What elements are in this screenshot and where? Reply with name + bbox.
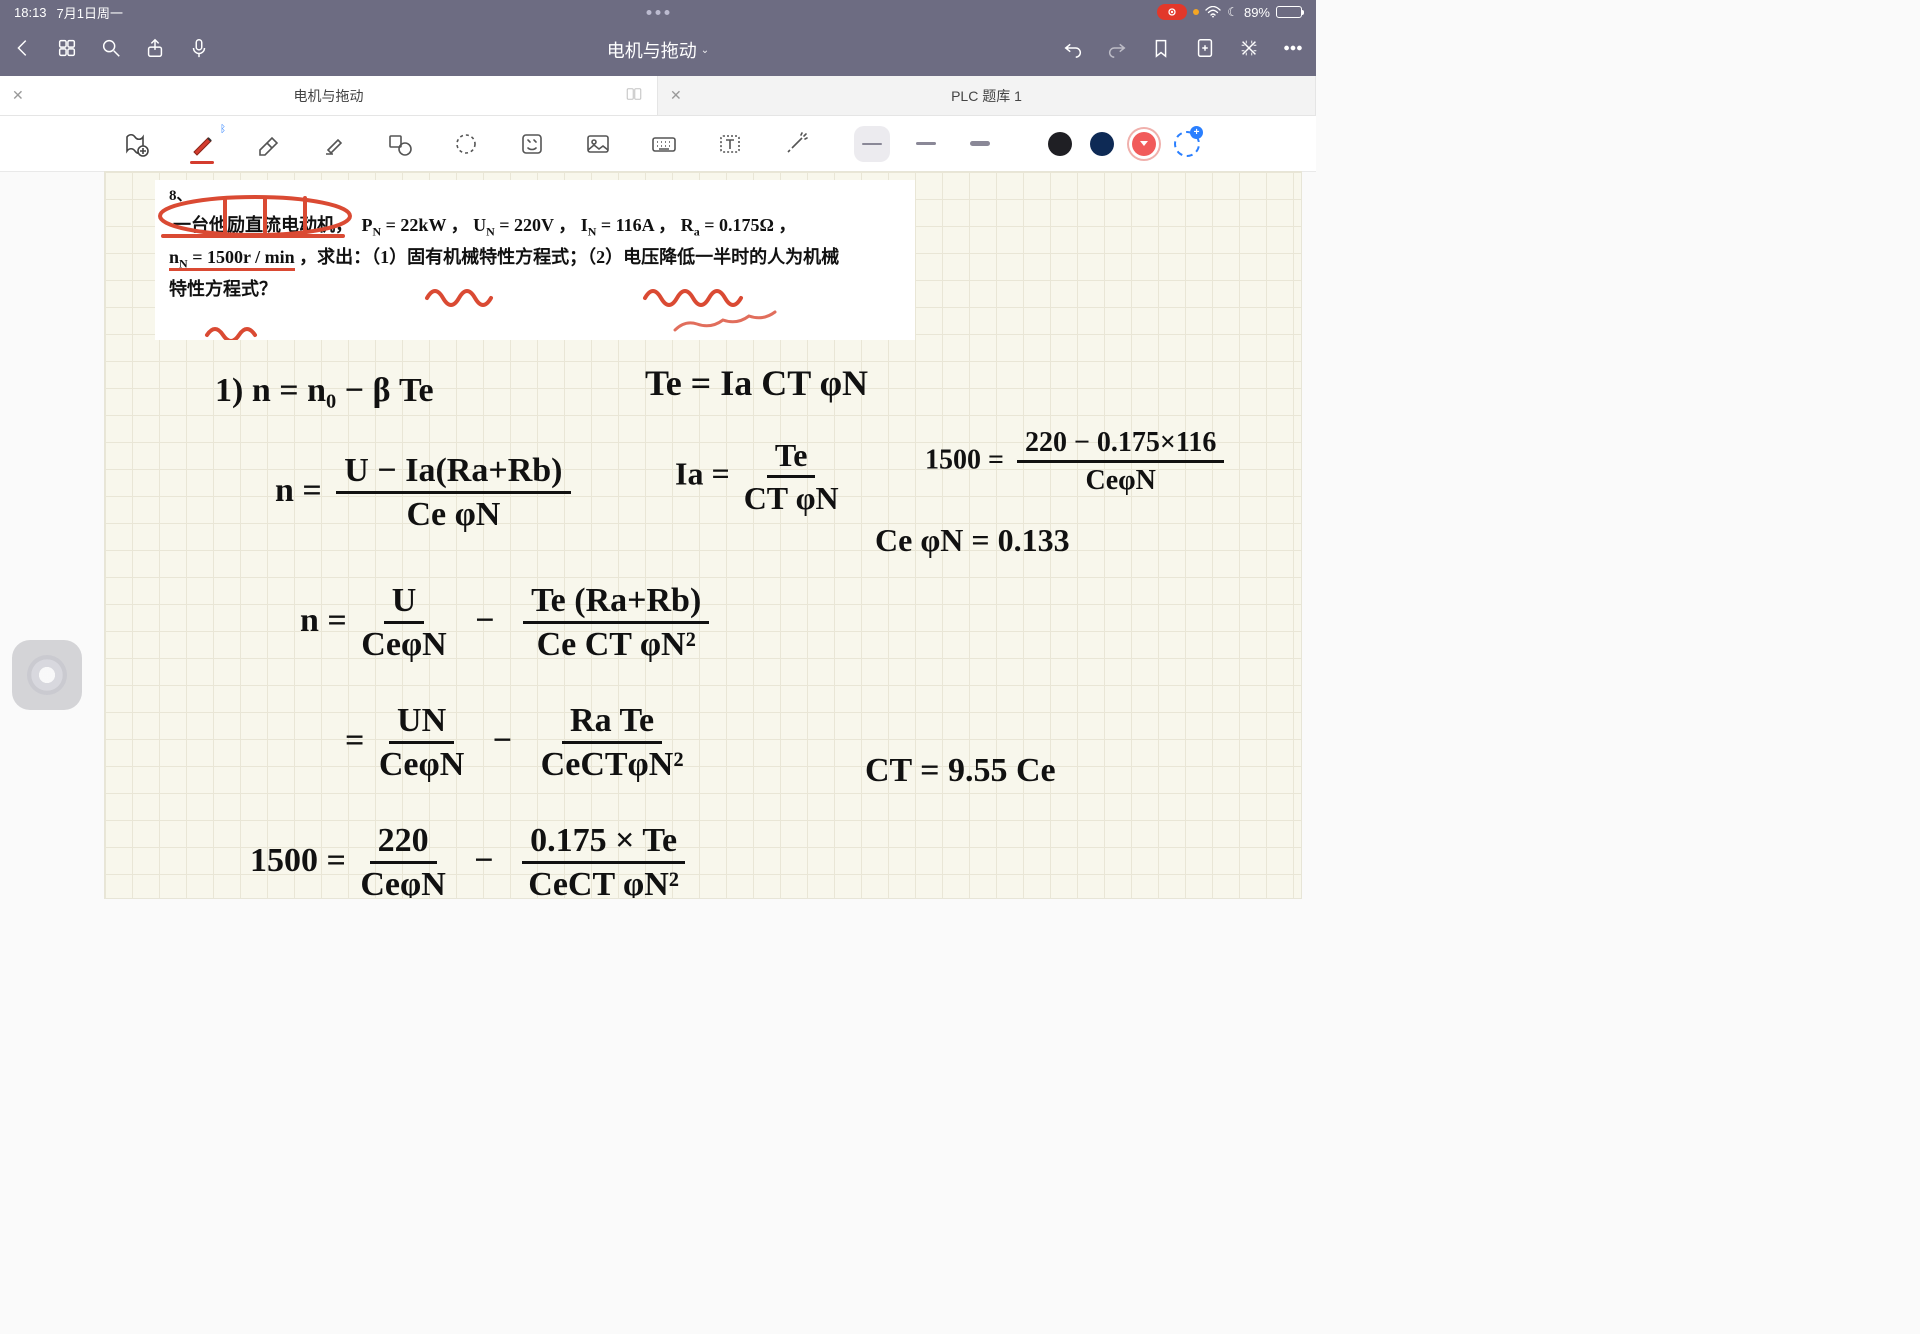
- stroke-width-thick[interactable]: [962, 126, 998, 162]
- highlighter-tool[interactable]: [316, 126, 352, 162]
- problem-line3: 特性方程式？: [169, 279, 277, 299]
- hand-line-4: = UNCeφN − Ra TeCeCTφN²: [345, 702, 690, 784]
- undo-button[interactable]: [1062, 37, 1084, 64]
- color-black[interactable]: [1048, 132, 1072, 156]
- stroke-width-medium[interactable]: [908, 126, 944, 162]
- multitask-dots[interactable]: [647, 10, 670, 15]
- hand-line-1b: Te = Ia CT φN: [645, 362, 868, 404]
- problem-nn: nN = 1500r / min: [169, 247, 295, 271]
- hand-line-3: n = UCeφN − Te (Ra+Rb)Ce CT φN²: [300, 582, 715, 664]
- add-color-button[interactable]: [1174, 131, 1200, 157]
- tab-document-2[interactable]: ✕ PLC 题库 1: [658, 76, 1316, 115]
- document-tabs: ✕ 电机与拖动 ✕ PLC 题库 1: [0, 76, 1316, 116]
- text-tool[interactable]: [712, 126, 748, 162]
- hand-line-5: 1500 = 220CeφN − 0.175 × TeCeCT φN²: [250, 822, 691, 898]
- bluetooth-icon: ᛒ: [220, 124, 226, 135]
- tab-document-1[interactable]: ✕ 电机与拖动: [0, 76, 658, 115]
- do-not-disturb-icon: ☾: [1227, 5, 1238, 19]
- hand-line-2b: Ia = TeCT φN: [675, 437, 845, 517]
- problem-line2b: ，求出：（1）固有机械特性方程式；（2）电压降低一半时的人为机械: [299, 247, 839, 267]
- problem-params: PN = 22kW ， UN = 220V ， IN = 116A ， Ra =…: [362, 215, 797, 235]
- hand-line-2: n = U − Ia(Ra+Rb)Ce φN: [275, 452, 577, 534]
- note-page[interactable]: 8、 一台他励直流电动机， PN = 22kW ， UN = 220V ， IN…: [105, 172, 1301, 898]
- redo-button[interactable]: [1106, 37, 1128, 64]
- lasso-tool[interactable]: [448, 126, 484, 162]
- insert-object-button[interactable]: [118, 126, 154, 162]
- close-tab-icon[interactable]: ✕: [12, 87, 24, 104]
- problem-lead: 一台他励直流电动机，: [169, 210, 357, 241]
- bookmark-button[interactable]: [1150, 37, 1172, 64]
- hand-line-4c: CT = 9.55 Ce: [865, 752, 1056, 790]
- chevron-down-icon: ⌄: [701, 45, 709, 56]
- canvas-area: 8、 一台他励直流电动机， PN = 22kW ， UN = 220V ， IN…: [0, 172, 1316, 898]
- shape-tool[interactable]: [382, 126, 418, 162]
- sticker-tool[interactable]: [514, 126, 550, 162]
- keyboard-tool[interactable]: [646, 126, 682, 162]
- search-button[interactable]: [100, 37, 122, 64]
- editing-toolbar: ᛒ: [0, 116, 1316, 172]
- battery-percent: 89%: [1244, 5, 1270, 20]
- share-button[interactable]: [144, 37, 166, 64]
- tab-label: PLC 题库 1: [951, 86, 1022, 106]
- back-button[interactable]: [12, 37, 34, 64]
- grid-button[interactable]: [56, 37, 78, 64]
- hand-line-2c: 1500 = 220 − 0.175×116CeφN: [925, 427, 1230, 497]
- problem-clipping: 8、 一台他励直流电动机， PN = 22kW ， UN = 220V ， IN…: [155, 180, 915, 340]
- color-navy[interactable]: [1090, 132, 1114, 156]
- close-fullscreen-button[interactable]: [1238, 37, 1260, 64]
- stroke-width-thin[interactable]: [854, 126, 890, 162]
- pen-tool[interactable]: ᛒ: [184, 126, 220, 162]
- image-tool[interactable]: [580, 126, 616, 162]
- mic-in-use-dot: [1193, 9, 1199, 15]
- status-time: 18:13: [14, 5, 47, 20]
- assistive-touch-button[interactable]: [12, 640, 82, 710]
- app-toolbar: 电机与拖动 ⌄: [0, 24, 1316, 76]
- laser-pointer-tool[interactable]: [778, 126, 814, 162]
- wifi-icon: [1205, 6, 1221, 18]
- hand-line-1a: 1) n = n₀ − β Te: [215, 372, 434, 410]
- hand-line-2d: Ce φN = 0.133: [875, 522, 1070, 559]
- document-title[interactable]: 电机与拖动 ⌄: [607, 37, 709, 63]
- battery-icon: [1276, 6, 1302, 18]
- eraser-tool[interactable]: [250, 126, 286, 162]
- status-bar: 18:13 7月1日周一 ☾ 89%: [0, 0, 1316, 24]
- status-date: 7月1日周一: [57, 3, 123, 22]
- more-button[interactable]: [1282, 37, 1304, 64]
- close-tab-icon[interactable]: ✕: [670, 87, 682, 104]
- tab-label: 电机与拖动: [294, 86, 364, 106]
- add-page-button[interactable]: [1194, 37, 1216, 64]
- split-view-icon[interactable]: [625, 85, 643, 106]
- mic-button[interactable]: [188, 37, 210, 64]
- screen-recording-indicator[interactable]: [1157, 4, 1187, 20]
- color-red-selected[interactable]: [1132, 132, 1156, 156]
